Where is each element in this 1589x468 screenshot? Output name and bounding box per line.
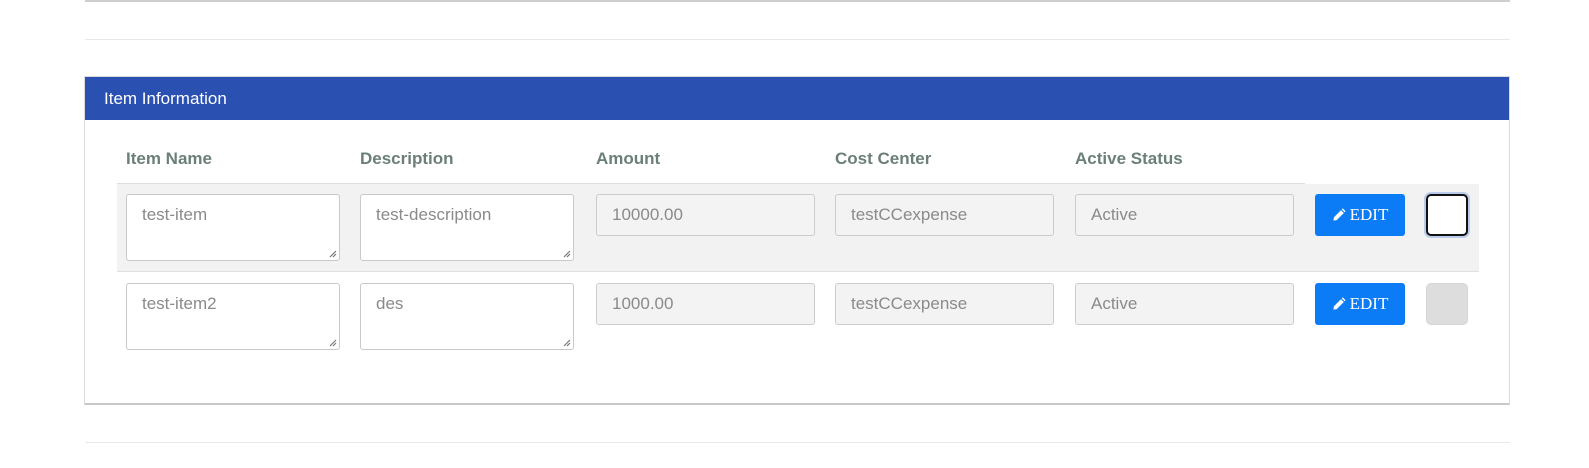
active-status-field[interactable]: Active [1075,283,1294,325]
column-header-description: Description [360,149,454,168]
edit-button-label: EDIT [1349,205,1389,224]
item-name-value: test-item2 [142,294,217,313]
pencil-icon [1333,297,1346,310]
divider [85,39,1510,40]
page: Item Information Item Name Description A… [0,0,1589,468]
item-information-panel: Item Information Item Name Description A… [84,76,1510,405]
pencil-icon [1333,208,1346,221]
edit-button[interactable]: EDIT [1315,283,1405,325]
column-header-cost-center: Cost Center [835,149,932,168]
amount-field[interactable]: 1000.00 [596,283,815,325]
item-name-textarea[interactable]: test-item [126,194,340,261]
panel-header: Item Information [85,77,1509,120]
description-textarea[interactable]: des [360,283,574,350]
item-name-textarea[interactable]: test-item2 [126,283,340,350]
resize-handle-icon[interactable] [327,248,337,258]
row-select-checkbox[interactable] [1426,194,1468,236]
resize-handle-icon[interactable] [327,337,337,347]
table-row: test-item2 des 1000.00 testCCexpense Act… [117,273,1479,361]
active-status-field[interactable]: Active [1075,194,1294,236]
description-value: test-description [376,205,492,224]
edit-button[interactable]: EDIT [1315,194,1405,236]
divider [85,442,1510,443]
cost-center-field[interactable]: testCCexpense [835,194,1054,236]
table-row: test-item test-description 10000.00 test… [117,184,1479,272]
column-header-amount: Amount [596,149,661,168]
description-textarea[interactable]: test-description [360,194,574,261]
edit-button-label: EDIT [1349,294,1389,313]
top-divider [85,0,1510,2]
amount-field[interactable]: 10000.00 [596,194,815,236]
item-name-value: test-item [142,205,208,224]
column-header-item-name: Item Name [126,149,212,168]
column-header-active-status: Active Status [1075,149,1183,168]
resize-handle-icon[interactable] [561,248,571,258]
row-select-checkbox[interactable] [1426,283,1468,325]
resize-handle-icon[interactable] [561,337,571,347]
cost-center-field[interactable]: testCCexpense [835,283,1054,325]
description-value: des [376,294,404,313]
